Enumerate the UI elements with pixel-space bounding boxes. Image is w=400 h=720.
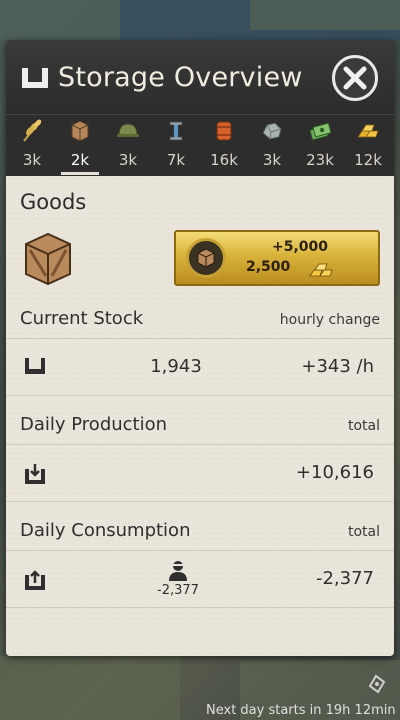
- consumption-total-label: total: [347, 524, 380, 540]
- tab-value: 3k: [118, 151, 138, 169]
- tab-oil[interactable]: 16k: [202, 115, 246, 177]
- money-icon: [309, 122, 332, 141]
- next-day-timer: Next day starts in 19h 12min: [206, 703, 396, 718]
- citizen-icon: [169, 561, 187, 581]
- production-value: +10,616: [295, 462, 374, 483]
- oil-barrel-icon: [216, 121, 232, 141]
- consumption-value: -2,377: [315, 568, 374, 589]
- helmet-icon: [117, 123, 139, 137]
- active-tab-indicator: [61, 172, 99, 175]
- storage-out-icon: [25, 570, 45, 590]
- storage-icon: [25, 358, 45, 374]
- hourly-change-label: hourly change: [279, 312, 380, 328]
- storage-icon: [22, 68, 48, 88]
- gold-bars-icon: [357, 124, 379, 138]
- goods-coin-icon: [186, 238, 226, 278]
- dialog-title: Storage Overview: [58, 62, 303, 93]
- resource-tabs: 3k 2k 3k 7k 16k 3k 23k 12k: [6, 114, 394, 177]
- buy-amount: +5,000: [271, 239, 328, 255]
- tab-steel[interactable]: 7k: [154, 115, 198, 177]
- hourly-change-value: +343 /h: [301, 356, 374, 377]
- gold-bars-icon: [309, 263, 333, 277]
- tab-food[interactable]: 3k: [10, 115, 54, 177]
- resource-title: Goods: [20, 190, 87, 214]
- ore-icon: [262, 122, 282, 140]
- buy-cost: 2,500: [246, 259, 291, 275]
- buy-goods-button[interactable]: +5,000 2,500: [174, 230, 380, 286]
- citizen-consumption-value: -2,377: [157, 583, 199, 598]
- tab-value: 12k: [354, 151, 382, 169]
- daily-production-header: Daily Production total: [6, 408, 394, 445]
- daily-production-label: Daily Production: [20, 414, 168, 435]
- current-stock-label: Current Stock: [20, 308, 144, 329]
- dialog-header: Storage Overview: [6, 40, 394, 114]
- crate-icon: [71, 120, 89, 142]
- tab-value: 3k: [22, 151, 42, 169]
- tab-value: 2k: [70, 151, 90, 169]
- close-icon: [343, 66, 367, 90]
- map-toggle-icon[interactable]: [366, 672, 388, 694]
- tab-value: 3k: [262, 151, 282, 169]
- daily-consumption-row: -2,377 -2,377: [6, 551, 394, 608]
- tab-gold[interactable]: 12k: [346, 115, 390, 177]
- current-stock-row: 1,943 +343 /h: [6, 339, 394, 396]
- tab-value: 7k: [166, 151, 186, 169]
- stock-value: 1,943: [150, 356, 202, 377]
- tab-manpower[interactable]: 3k: [106, 115, 150, 177]
- wheat-icon: [23, 119, 42, 142]
- production-total-label: total: [347, 418, 380, 434]
- tab-money[interactable]: 23k: [298, 115, 342, 177]
- crate-icon: [25, 232, 71, 286]
- tab-ore[interactable]: 3k: [250, 115, 294, 177]
- goods-detail-panel: Goods +5,000 2,500 Current Stock hourly …: [6, 176, 394, 656]
- storage-in-icon: [25, 464, 45, 484]
- current-stock-header: Current Stock hourly change: [6, 302, 394, 339]
- daily-consumption-label: Daily Consumption: [20, 520, 191, 541]
- daily-production-row: +10,616: [6, 445, 394, 502]
- close-button[interactable]: [332, 55, 378, 101]
- steel-beam-icon: [169, 121, 183, 141]
- storage-overview-dialog: Storage Overview 3k 2k 3k 7k 16k 3k 23k …: [6, 40, 394, 656]
- tab-goods[interactable]: 2k: [58, 115, 102, 177]
- daily-consumption-header: Daily Consumption total: [6, 514, 394, 551]
- tab-value: 16k: [210, 151, 238, 169]
- tab-value: 23k: [306, 151, 334, 169]
